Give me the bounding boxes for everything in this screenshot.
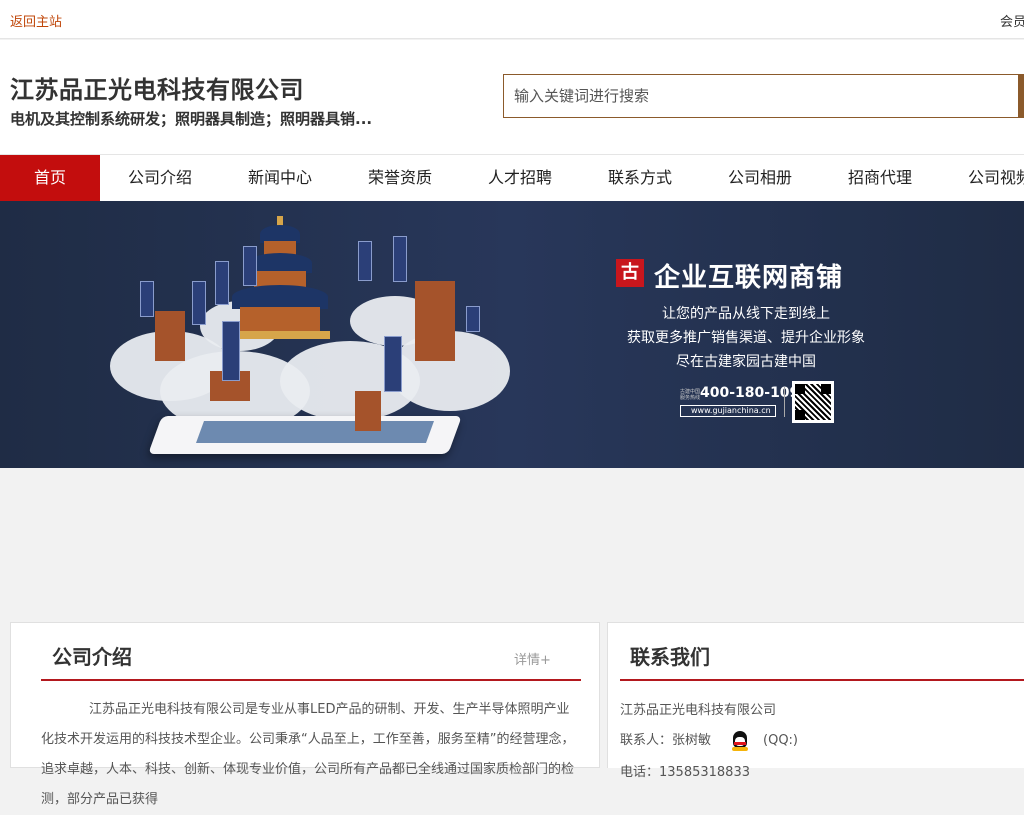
nav-item-video[interactable]: 公司视频: [940, 155, 1024, 201]
search-button[interactable]: [1018, 74, 1024, 118]
header: 江苏品正光电科技有限公司 电机及其控制系统研发；照明器具制造；照明器具销...: [0, 40, 1024, 154]
search-input[interactable]: [504, 75, 1018, 117]
contact-person-line: 联系人：张树敏 (QQ:): [620, 729, 798, 751]
intro-more-link[interactable]: 详情+: [514, 649, 551, 668]
nav-item-company-intro[interactable]: 公司介绍: [100, 155, 220, 201]
intro-text: 江苏品正光电科技有限公司是专业从事LED产品的研制、开发、生产半导体照明产业化技…: [41, 702, 575, 807]
company-name: 江苏品正光电科技有限公司: [10, 76, 304, 104]
company-description: 电机及其控制系统研发；照明器具制造；照明器具销...: [10, 110, 373, 128]
intro-title: 公司介绍: [52, 645, 132, 669]
nav-item-news[interactable]: 新闻中心: [220, 155, 340, 201]
nav-item-contact[interactable]: 联系方式: [580, 155, 700, 201]
banner-slogan-3: 尽在古建家园古建中国: [676, 354, 816, 370]
contact-phone: 电话：13585318833: [620, 765, 750, 780]
contact-panel: 联系我们 江苏品正光电科技有限公司 联系人：张树敏 (QQ:) 电话：135853…: [607, 622, 1024, 780]
main-nav: 首页 公司介绍 新闻中心 荣誉资质 人才招聘 联系方式 公司相册 招商代理 公司…: [0, 154, 1024, 201]
contact-person: 联系人：张树敏: [620, 733, 712, 748]
divider: [41, 679, 581, 681]
back-to-main-site-link[interactable]: 返回主站: [10, 11, 62, 30]
nav-item-home[interactable]: 首页: [0, 155, 100, 201]
hotline-label: 古建中国服务热线: [680, 389, 701, 401]
search-box: [503, 74, 1019, 118]
hero-banner[interactable]: 古 企业互联网商铺 让您的产品从线下走到线上 获取更多推广销售渠道、提升企业形象…: [0, 201, 1024, 468]
contact-company: 江苏品正光电科技有限公司: [620, 703, 777, 718]
site-url: www.gujianchina.cn: [680, 405, 776, 417]
divider: [620, 679, 1024, 681]
divider: [784, 387, 785, 417]
banner-illustration: [100, 211, 520, 461]
member-link[interactable]: 会员: [1000, 11, 1024, 30]
nav-item-honors[interactable]: 荣誉资质: [340, 155, 460, 201]
nav-item-agency[interactable]: 招商代理: [820, 155, 940, 201]
brand-logo-icon: 古: [616, 259, 644, 287]
qq-icon[interactable]: [731, 730, 749, 751]
contact-title: 联系我们: [630, 645, 710, 669]
qr-code-icon: [792, 381, 834, 423]
top-bar: 返回主站 会员: [0, 0, 1024, 39]
nav-item-album[interactable]: 公司相册: [700, 155, 820, 201]
banner-slogan-2: 获取更多推广销售渠道、提升企业形象: [627, 330, 865, 346]
banner-slogan-1: 让您的产品从线下走到线上: [662, 306, 830, 322]
contact-qq: (QQ:): [763, 733, 799, 748]
nav-item-jobs[interactable]: 人才招聘: [460, 155, 580, 201]
banner-title: 企业互联网商铺: [654, 263, 844, 293]
company-intro-panel: 公司介绍 详情+ 江苏品正光电科技有限公司是专业从事LED产品的研制、开发、生产…: [10, 622, 600, 807]
